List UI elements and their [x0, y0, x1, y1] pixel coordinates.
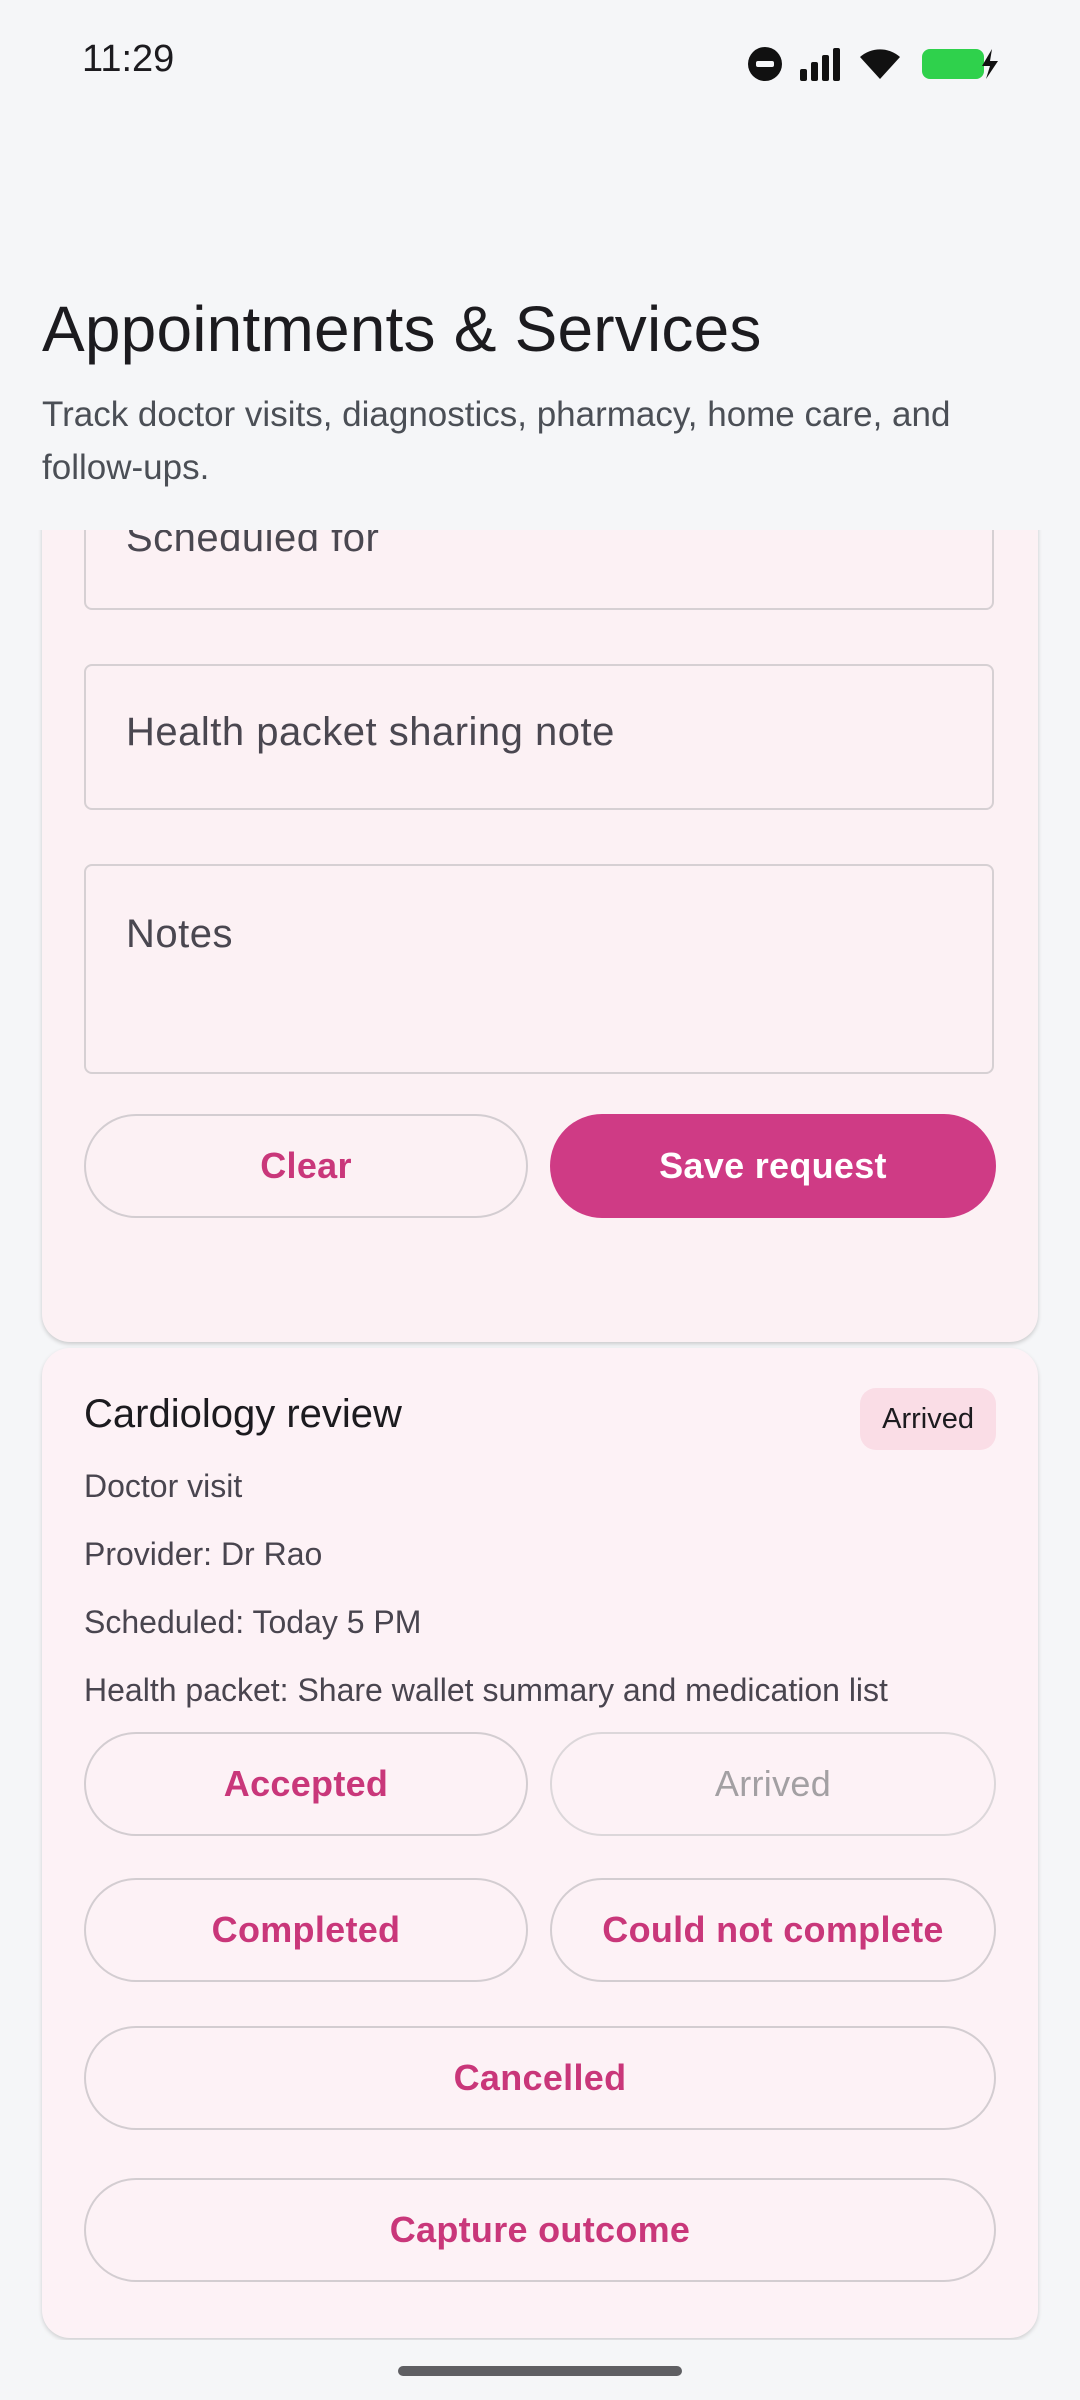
scheduled-for-label: Scheduled for	[126, 530, 380, 560]
arrived-button: Arrived	[550, 1732, 996, 1836]
notes-label: Notes	[126, 912, 233, 956]
status-icons	[748, 44, 1000, 84]
scheduled-for-field[interactable]: Scheduled for	[84, 530, 994, 610]
request-health-packet: Health packet: Share wallet summary and …	[84, 1672, 888, 1708]
clear-button[interactable]: Clear	[84, 1114, 528, 1218]
status-bar: 11:29	[0, 0, 1080, 130]
request-scheduled: Scheduled: Today 5 PM	[84, 1604, 422, 1640]
request-title: Cardiology review	[84, 1392, 402, 1436]
health-packet-note-label: Health packet sharing note	[126, 710, 615, 754]
save-request-button[interactable]: Save request	[550, 1114, 996, 1218]
content-scroll-area[interactable]: Scheduled for Health packet sharing note…	[0, 530, 1080, 2340]
could-not-complete-button[interactable]: Could not complete	[550, 1878, 996, 1982]
capture-outcome-button[interactable]: Capture outcome	[84, 2178, 996, 2282]
home-indicator[interactable]	[398, 2366, 682, 2376]
health-packet-note-field[interactable]: Health packet sharing note	[84, 664, 994, 810]
status-time: 11:29	[82, 38, 175, 80]
status-badge: Arrived	[860, 1388, 996, 1450]
page-title: Appointments & Services	[42, 293, 762, 365]
cancelled-button[interactable]: Cancelled	[84, 2026, 996, 2130]
page-subtitle: Track doctor visits, diagnostics, pharma…	[42, 395, 951, 487]
request-provider: Provider: Dr Rao	[84, 1536, 323, 1572]
completed-button[interactable]: Completed	[84, 1878, 528, 1982]
notes-field[interactable]: Notes	[84, 864, 994, 1074]
do-not-disturb-icon	[748, 47, 782, 81]
request-type: Doctor visit	[84, 1468, 243, 1504]
request-form-card: Scheduled for Health packet sharing note…	[42, 530, 1038, 1342]
battery-charging-icon	[920, 47, 1000, 81]
signal-icon	[800, 47, 840, 81]
request-card: Cardiology review Arrived Doctor visit P…	[42, 1348, 1038, 2338]
wifi-icon	[858, 47, 902, 81]
accepted-button[interactable]: Accepted	[84, 1732, 528, 1836]
